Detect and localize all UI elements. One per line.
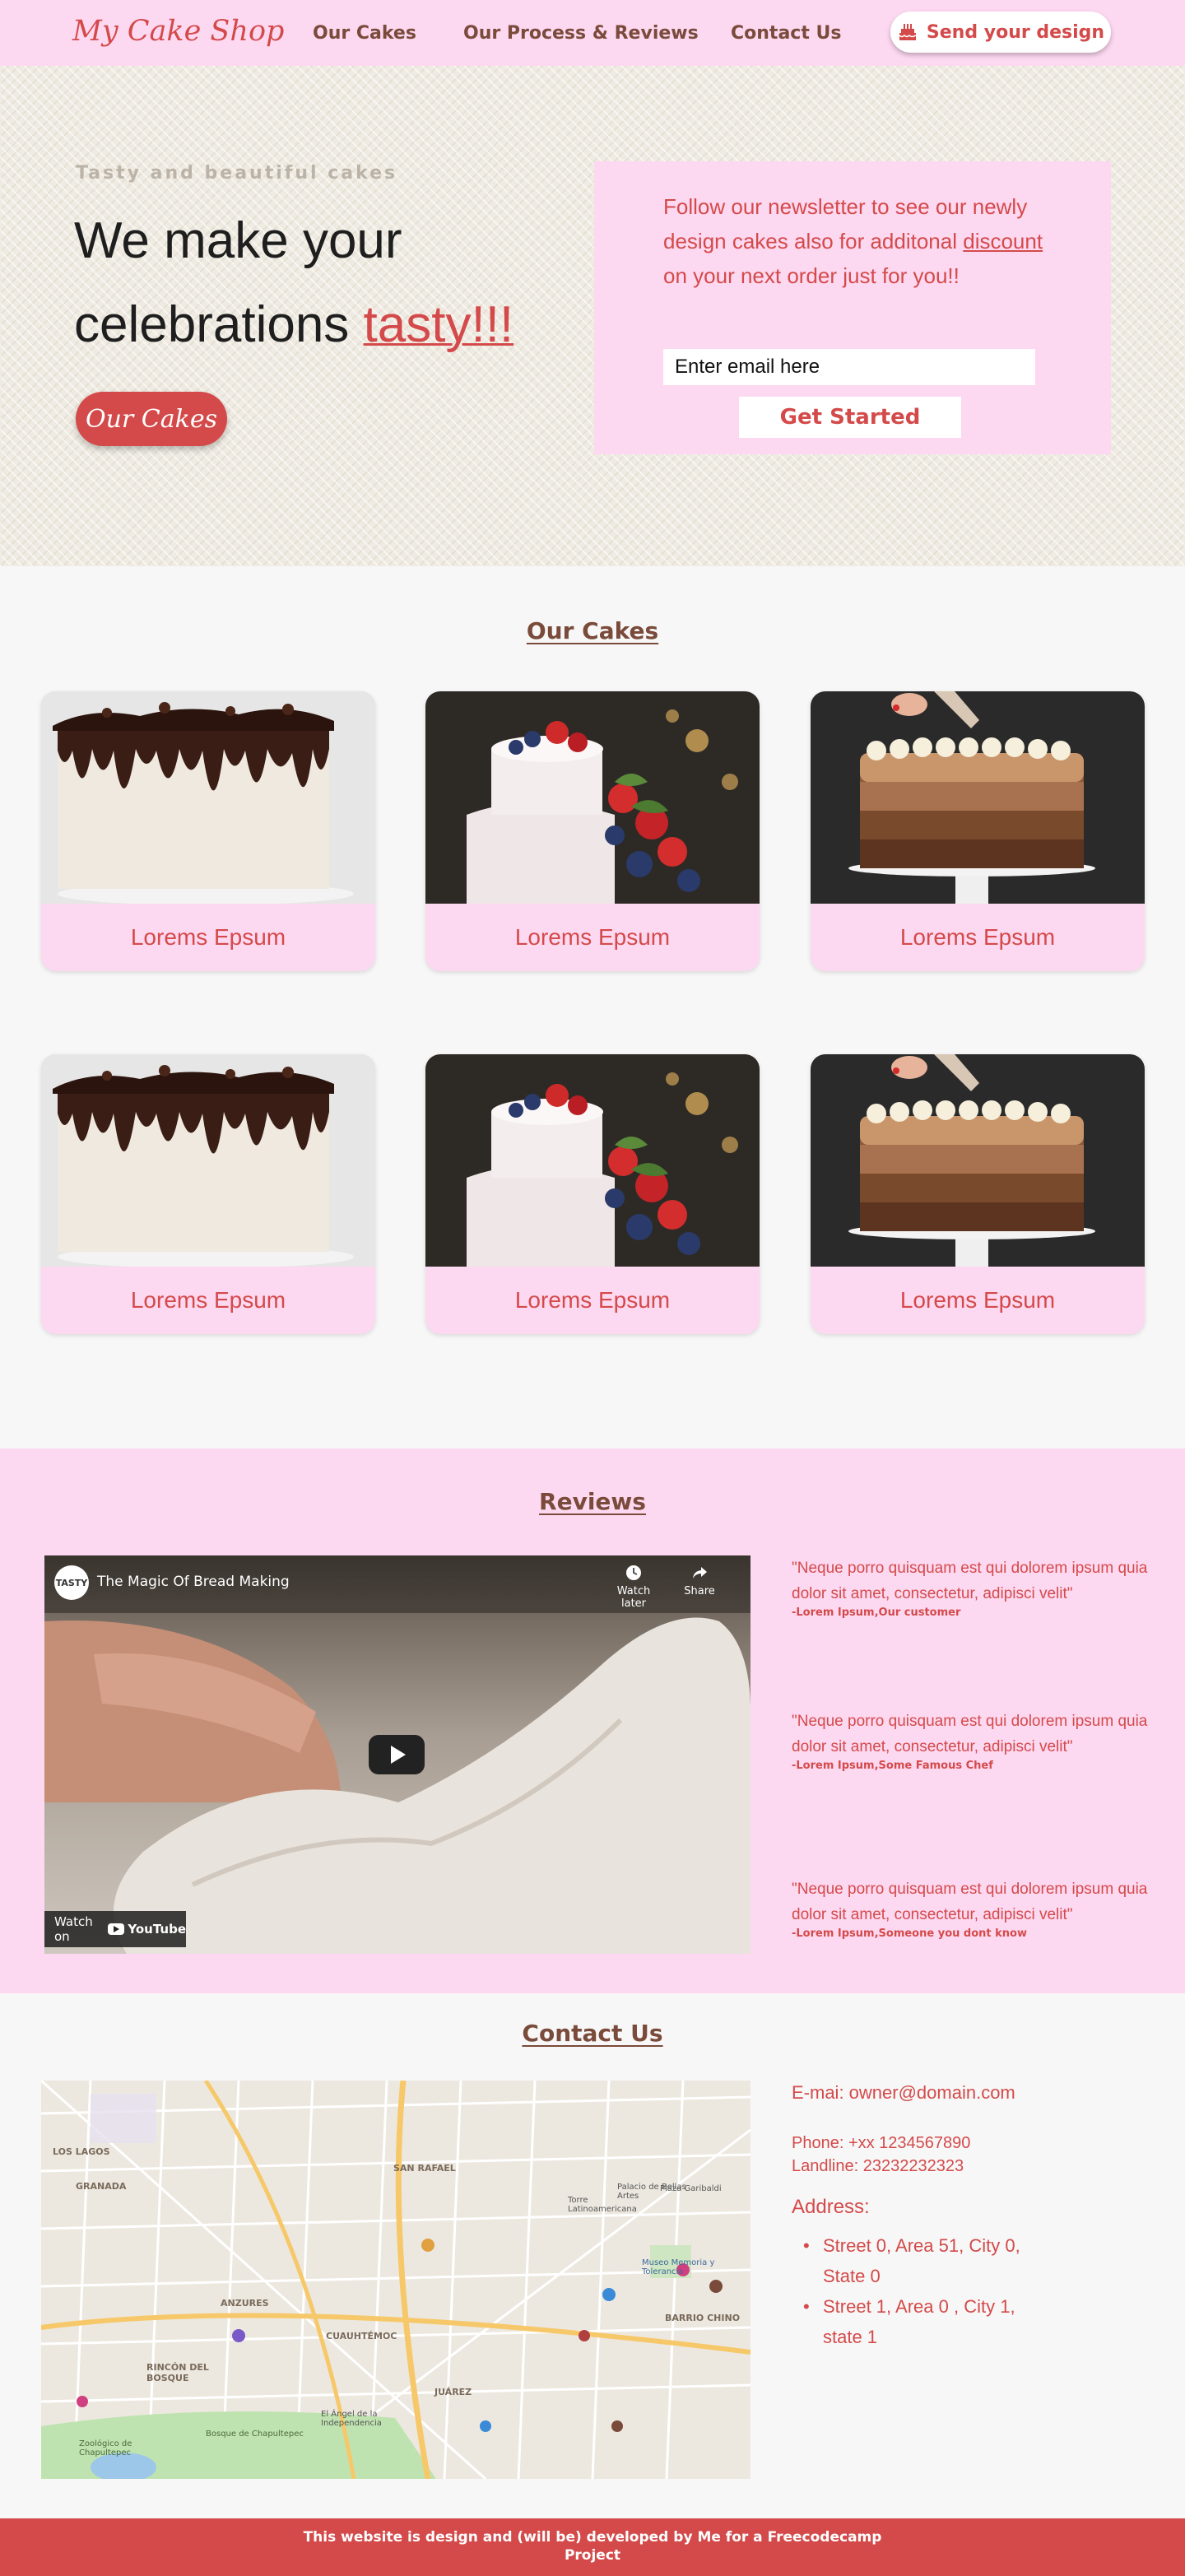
review-quote: "Neque porro quisquam est qui dolorem ip… [792,1881,1148,1923]
youtube-logo: YouTube [108,1922,186,1937]
nav-link-contact[interactable]: Contact Us [731,23,841,44]
contact-phones: Phone: +xx 1234567890 Landline: 23232232… [792,2132,970,2178]
map-label: LOS LAGOS [53,2146,110,2157]
send-design-button[interactable]: Send your design [890,12,1111,53]
footer: This website is design and (will be) dev… [0,2518,1185,2576]
video-embed[interactable]: TASTY The Magic Of Bread Making Watch la… [44,1555,750,1954]
cake-caption: Lorems Epsum [130,1287,286,1313]
map-label: CUAUHTÉMOC [326,2331,397,2341]
share-label: Share [684,1585,715,1597]
navbar: My Cake Shop Our Cakes Our Process & Rev… [0,0,1185,66]
cake-caption: Lorems Epsum [899,1287,1056,1313]
address-item: Street 0, Area 51, City 0, State 0 [792,2230,1039,2291]
our-cakes-button[interactable]: Our Cakes [76,392,227,446]
youtube-wordmark: YouTube [128,1922,186,1937]
cakes-title-text: Our Cakes [526,617,659,644]
footer-text-line2: Project [564,2547,621,2564]
hero-section: Tasty and beautiful cakes We make your c… [0,66,1185,566]
cake-image-drip [41,1054,375,1267]
cake-image-ombre [811,1054,1145,1267]
review-quote: "Neque porro quisquam est qui dolorem ip… [792,1713,1148,1755]
cake-card[interactable]: Lorems Epsum [41,691,375,971]
hero-title: We make your celebrations tasty!!! [74,199,584,367]
map-label: GRANADA [76,2181,127,2192]
newsletter-text: Follow our newsletter to see our newly d… [663,189,1058,293]
address-label: Address: [792,2196,870,2218]
cake-card[interactable]: Lorems Epsum [811,691,1145,971]
address-list: Street 0, Area 51, City 0, State 0 Stree… [792,2230,1039,2352]
cake-caption: Lorems Epsum [130,924,286,950]
address-item: Street 1, Area 0 , City 1, state 1 [792,2291,1039,2352]
cakes-section-title: Our Cakes [0,617,1185,644]
cake-card[interactable]: Lorems Epsum [41,1054,375,1334]
map-label: Zoológico de Chapultepec [79,2439,132,2457]
review-author: -Lorem Ipsum,Someone you dont know [792,1927,1027,1940]
contact-section: Contact Us SAN RAFAEL CUAUHTÉMOC JUÁREZ … [0,1993,1185,2518]
hero-title-accent: tasty!!! [363,296,514,353]
contact-email[interactable]: E-mai: owner@domain.com [792,2082,1015,2104]
watch-on-youtube[interactable]: Watch on YouTube [44,1911,186,1947]
map-label: JUÁREZ [434,2387,472,2397]
cake-caption: Lorems Epsum [899,924,1056,950]
newsletter-box: Follow our newsletter to see our newly d… [594,161,1111,454]
map-label: Museo Memoria y Tolerancia [642,2258,715,2276]
watch-on-label: Watch on [54,1914,93,1944]
cake-caption: Lorems Epsum [514,924,671,950]
map-label: RINCÓN DEL BOSQUE [146,2362,209,2383]
map-label: El Ángel de la Independencia [321,2410,382,2428]
youtube-icon [108,1923,125,1935]
cake-card[interactable]: Lorems Epsum [811,1054,1145,1334]
review-author: -Lorem Ipsum,Some Famous Chef [792,1760,993,1772]
cake-image-berry [425,1054,760,1267]
map-label: ANZURES [221,2298,269,2309]
reviews-title-text: Reviews [539,1488,646,1515]
review-quote: "Neque porro quisquam est qui dolorem ip… [792,1560,1148,1602]
cake-card[interactable]: Lorems Epsum [425,1054,760,1334]
play-button[interactable] [369,1735,425,1774]
map-embed[interactable]: SAN RAFAEL CUAUHTÉMOC JUÁREZ ANZURES BAR… [41,2081,750,2479]
watch-later-button[interactable]: Watch later [609,1564,658,1610]
cake-image-drip [41,691,375,904]
email-input[interactable] [663,349,1035,385]
hero-title-line1: We make your [74,212,402,269]
share-button[interactable]: Share [675,1564,724,1597]
cake-card[interactable]: Lorems Epsum [425,691,760,971]
brand-logo[interactable]: My Cake Shop [72,15,284,48]
our-cakes-section: Our Cakes Lorems Epsum Lorems Epsum Lore… [0,566,1185,1448]
contact-section-title: Contact Us [0,2020,1185,2047]
discount-link[interactable]: discount [963,229,1043,253]
video-title[interactable]: The Magic Of Bread Making [97,1574,290,1590]
contact-phone[interactable]: Phone: +xx 1234567890 [792,2132,970,2155]
map-label: Bosque de Chapultepec [206,2430,304,2439]
footer-text-line1: This website is design and (will be) dev… [303,2529,882,2546]
review-author: -Lorem Ipsum,Our customer [792,1607,961,1619]
reviews-section: Reviews TASTY The Magic Of Bread Making … [0,1448,1185,1993]
review-item: "Neque porro quisquam est qui dolorem ip… [792,1876,1170,1940]
clock-icon [626,1565,641,1580]
contact-landline[interactable]: Landline: 23232232323 [792,2155,970,2178]
map-label: SAN RAFAEL [393,2163,456,2174]
channel-avatar[interactable]: TASTY [54,1565,89,1600]
cake-image-ombre [811,691,1145,904]
newsletter-text-end: on your next order just for you!! [663,263,960,288]
hero-tagline: Tasty and beautiful cakes [76,163,398,184]
nav-link-process-reviews[interactable]: Our Process & Reviews [463,23,699,44]
reviews-section-title: Reviews [0,1488,1185,1515]
nav-link-our-cakes[interactable]: Our Cakes [313,23,416,44]
contact-title-text: Contact Us [522,2020,663,2047]
share-icon [693,1567,707,1579]
cake-caption: Lorems Epsum [514,1287,671,1313]
review-item: "Neque porro quisquam est qui dolorem ip… [792,1555,1170,1619]
map-label: BARRIO CHINO [665,2313,741,2323]
send-design-label: Send your design [926,21,1105,43]
get-started-button[interactable]: Get Started [739,397,961,438]
cake-image-berry [425,691,760,904]
map-label: Plaza Garibaldi [660,2184,722,2193]
cake-icon [899,24,917,40]
review-item: "Neque porro quisquam est qui dolorem ip… [792,1709,1170,1772]
hero-title-line2: celebrations [74,296,364,353]
watch-later-label: Watch later [616,1585,651,1610]
